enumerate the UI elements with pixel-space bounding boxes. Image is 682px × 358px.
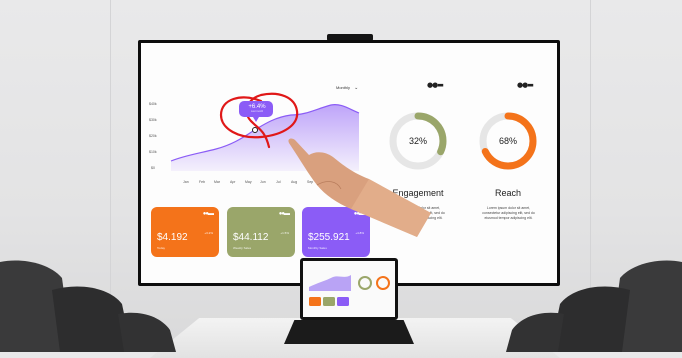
chair-left	[0, 260, 176, 352]
laptop-dashboard-thumbnail	[309, 275, 390, 306]
laptop-screen	[300, 258, 398, 320]
laptop-keyboard	[284, 320, 414, 344]
laptop-display	[303, 261, 395, 317]
chair-right	[506, 260, 682, 352]
